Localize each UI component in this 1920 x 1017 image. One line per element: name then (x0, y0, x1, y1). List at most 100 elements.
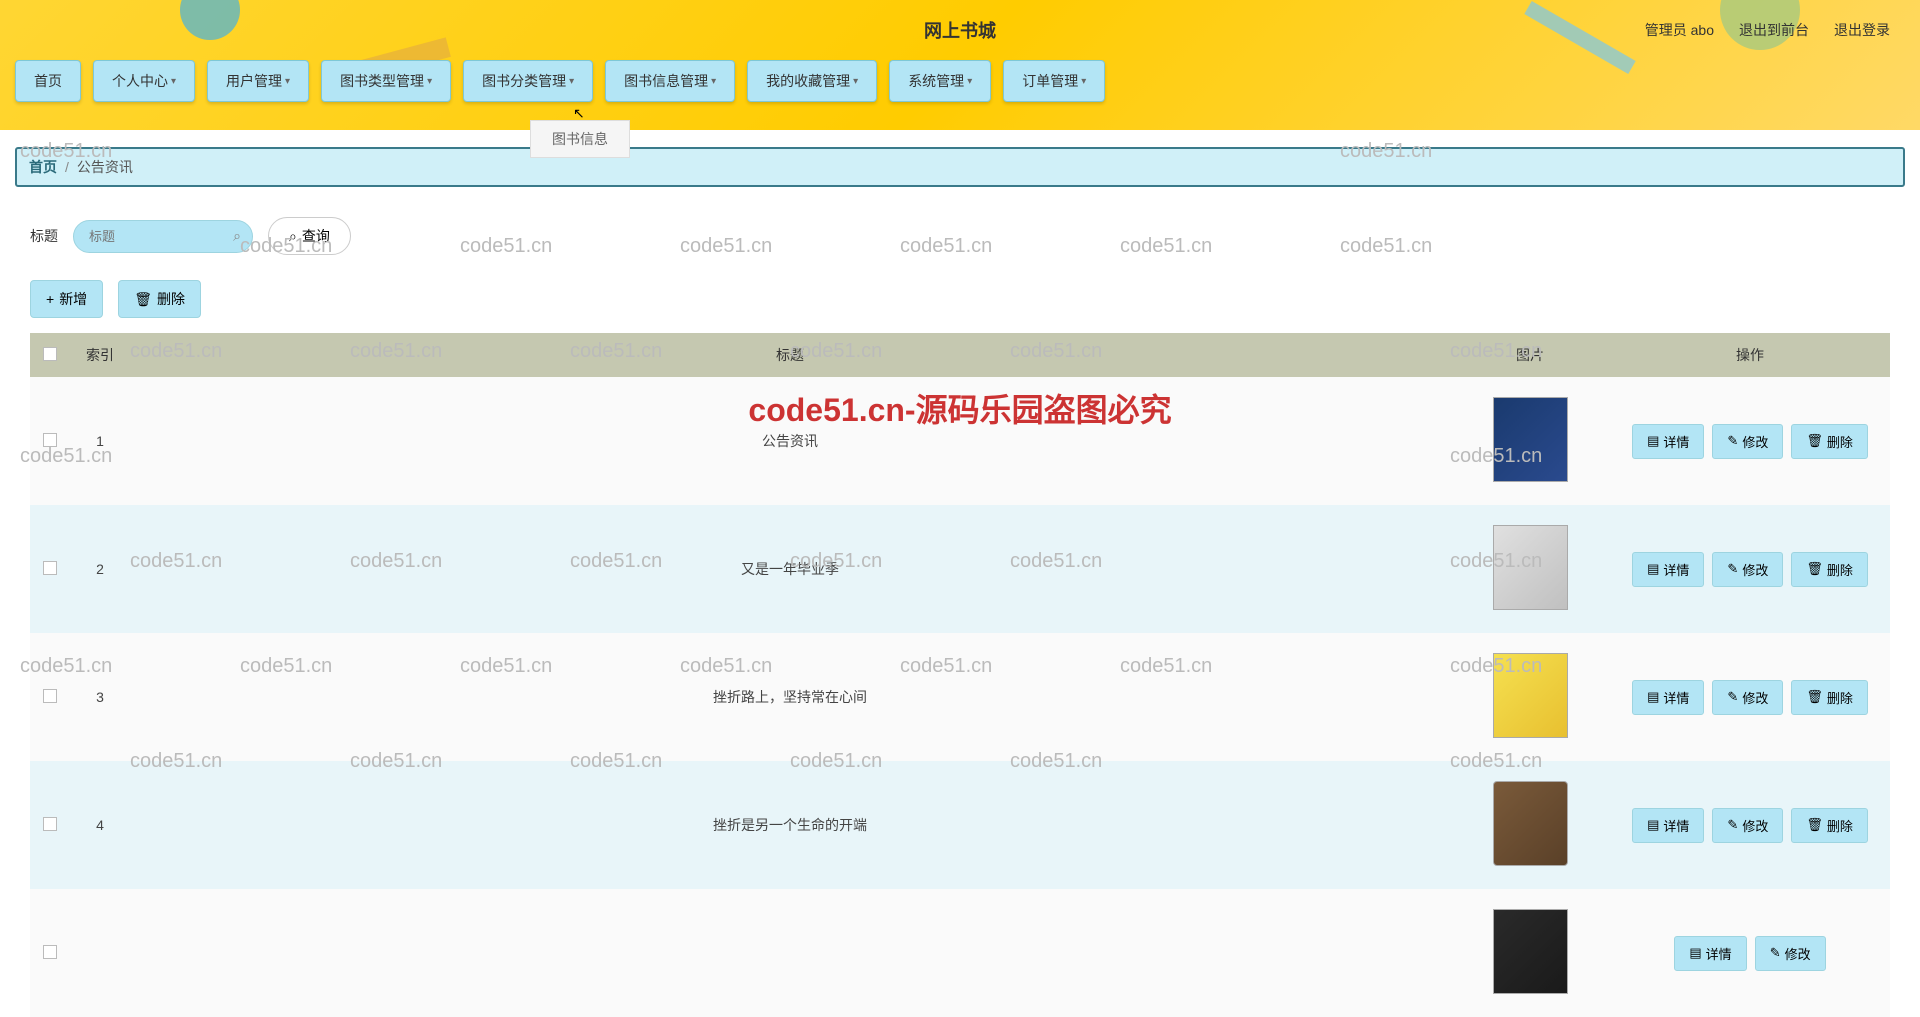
trash-icon: 🗑 (1806, 689, 1823, 705)
watermark: code51.cn (1120, 235, 1212, 258)
watermark: code51.cn (130, 340, 222, 363)
top-bar: 网上书城 管理员 abo 退出到前台 退出登录 (0, 0, 1920, 60)
nav-home[interactable]: 首页 (15, 60, 81, 102)
watermark: code51.cn (1450, 750, 1542, 773)
plus-icon: + (46, 291, 54, 307)
table-row: 2 又是一年毕业季 ▤详情 ✎修改 🗑删除 (30, 505, 1890, 633)
detail-button[interactable]: ▤详情 (1632, 424, 1704, 459)
main-nav: 首页 个人中心▾ 用户管理▾ 图书类型管理▾ 图书分类管理▾ 图书信息管理▾ 我… (0, 60, 1920, 102)
watermark: code51.cn (460, 235, 552, 258)
chevron-down-icon: ▾ (569, 76, 574, 87)
edit-button[interactable]: ✎修改 (1755, 936, 1826, 971)
detail-button[interactable]: ▤详情 (1632, 680, 1704, 715)
delete-row-button[interactable]: 🗑删除 (1791, 424, 1868, 459)
row-checkbox[interactable] (43, 945, 57, 959)
trash-icon: 🗑 (1806, 561, 1823, 577)
nav-user-manage[interactable]: 用户管理▾ (207, 60, 309, 102)
watermark: code51.cn (790, 750, 882, 773)
edit-button[interactable]: ✎修改 (1712, 552, 1783, 587)
select-all-checkbox[interactable] (43, 347, 57, 361)
admin-label[interactable]: 管理员 abo (1645, 20, 1714, 40)
chevron-down-icon: ▾ (427, 76, 432, 87)
doc-icon: ▤ (1647, 689, 1659, 705)
table-row: ▤详情 ✎修改 (30, 889, 1890, 1017)
watermark: code51.cn (790, 550, 882, 573)
edit-button[interactable]: ✎修改 (1712, 424, 1783, 459)
nav-system-manage[interactable]: 系统管理▾ (889, 60, 991, 102)
edit-icon: ✎ (1727, 689, 1738, 705)
watermark: code51.cn (680, 235, 772, 258)
table-row: 1 公告资讯 ▤详情 ✎修改 🗑删除 (30, 377, 1890, 505)
doc-icon: ▤ (1647, 817, 1659, 833)
book-thumbnail (1493, 781, 1568, 866)
col-action: 操作 (1610, 333, 1890, 377)
watermark: code51.cn (570, 750, 662, 773)
delete-row-button[interactable]: 🗑删除 (1791, 808, 1868, 843)
watermark: code51.cn (1450, 445, 1542, 468)
watermark: code51.cn (130, 550, 222, 573)
table-row: 4 挫折是另一个生命的开端 ▤详情 ✎修改 🗑删除 (30, 761, 1890, 889)
back-to-front-link[interactable]: 退出到前台 (1739, 20, 1809, 40)
chevron-down-icon: ▾ (171, 76, 176, 87)
trash-icon: 🗑 (1806, 433, 1823, 449)
nav-book-category-manage[interactable]: 图书分类管理▾ (463, 60, 593, 102)
watermark: code51.cn (900, 235, 992, 258)
delete-button[interactable]: 🗑删除 (118, 280, 201, 318)
breadcrumb: 首页 / 公告资讯 (15, 147, 1905, 187)
watermark: code51.cn (130, 750, 222, 773)
watermark: code51.cn (570, 340, 662, 363)
book-thumbnail (1493, 397, 1568, 482)
chevron-down-icon: ▾ (967, 76, 972, 87)
watermark: code51.cn (460, 655, 552, 678)
watermark: code51.cn (790, 340, 882, 363)
watermark: code51.cn (20, 655, 112, 678)
edit-button[interactable]: ✎修改 (1712, 680, 1783, 715)
nav-personal-center[interactable]: 个人中心▾ (93, 60, 195, 102)
cell-index: 2 (70, 505, 130, 633)
watermark: code51.cn (240, 235, 332, 258)
edit-icon: ✎ (1727, 817, 1738, 833)
watermark: code51.cn (1010, 750, 1102, 773)
page-title: 网上书城 (924, 17, 996, 43)
watermark: code51.cn (570, 550, 662, 573)
filter-label: 标题 (30, 226, 58, 246)
watermark: code51.cn (1450, 550, 1542, 573)
dropdown-book-info[interactable]: 图书信息 (530, 120, 630, 158)
delete-row-button[interactable]: 🗑删除 (1791, 680, 1868, 715)
add-button[interactable]: +新增 (30, 280, 103, 318)
watermark: code51.cn (1450, 340, 1542, 363)
doc-icon: ▤ (1647, 433, 1659, 449)
nav-book-info-manage[interactable]: 图书信息管理▾ (605, 60, 735, 102)
book-thumbnail (1493, 909, 1568, 994)
cell-title: 公告资讯 (130, 377, 1450, 505)
nav-my-collection-manage[interactable]: 我的收藏管理▾ (747, 60, 877, 102)
watermark: code51.cn (1120, 655, 1212, 678)
watermark: code51.cn (1450, 655, 1542, 678)
watermark: code51.cn (900, 655, 992, 678)
watermark: code51.cn (350, 550, 442, 573)
watermark: code51.cn (350, 340, 442, 363)
watermark: code51.cn (20, 445, 112, 468)
watermark: code51.cn (20, 140, 112, 163)
watermark: code51.cn (350, 750, 442, 773)
title-search-input[interactable] (73, 220, 253, 253)
edit-icon: ✎ (1770, 945, 1781, 961)
row-checkbox[interactable] (43, 817, 57, 831)
detail-button[interactable]: ▤详情 (1632, 552, 1704, 587)
logout-link[interactable]: 退出登录 (1834, 20, 1890, 40)
row-checkbox[interactable] (43, 561, 57, 575)
nav-order-manage[interactable]: 订单管理▾ (1003, 60, 1105, 102)
detail-button[interactable]: ▤详情 (1674, 936, 1746, 971)
table-row: 3 挫折路上，坚持常在心间 ▤详情 ✎修改 🗑删除 (30, 633, 1890, 761)
delete-row-button[interactable]: 🗑删除 (1791, 552, 1868, 587)
nav-book-type-manage[interactable]: 图书类型管理▾ (321, 60, 451, 102)
watermark: code51.cn (240, 655, 332, 678)
doc-icon: ▤ (1689, 945, 1701, 961)
cell-index: 4 (70, 761, 130, 889)
detail-button[interactable]: ▤详情 (1632, 808, 1704, 843)
col-index: 索引 (70, 333, 130, 377)
edit-icon: ✎ (1727, 561, 1738, 577)
cell-title: 挫折路上，坚持常在心间 (130, 633, 1450, 761)
edit-button[interactable]: ✎修改 (1712, 808, 1783, 843)
row-checkbox[interactable] (43, 689, 57, 703)
